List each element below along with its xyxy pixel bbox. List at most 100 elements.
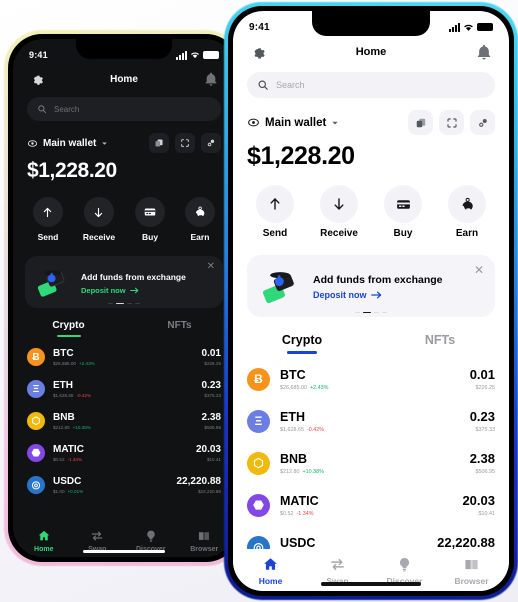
- copy-address-button[interactable]: [149, 133, 169, 153]
- buy-button[interactable]: Buy: [384, 185, 422, 239]
- tab-crypto[interactable]: Crypto: [13, 320, 124, 337]
- receive-button[interactable]: Receive: [83, 197, 115, 242]
- scan-qr-button[interactable]: [175, 133, 195, 153]
- token-price: $1,628.65: [53, 393, 74, 398]
- tab-nfts[interactable]: NFTs: [371, 333, 509, 354]
- quick-actions: Send Receive Buy Earn: [13, 183, 235, 242]
- deposit-now-label: Deposit now: [313, 290, 367, 300]
- copy-icon: [416, 118, 425, 127]
- token-holdings: 2.38 $506.95: [202, 412, 221, 430]
- chevron-down-icon: [332, 121, 339, 124]
- token-symbol: BNB: [53, 412, 75, 423]
- token-value: $22,220.88: [198, 489, 221, 494]
- connections-button[interactable]: [201, 133, 221, 153]
- earn-label: Earn: [190, 232, 210, 242]
- connections-button[interactable]: [470, 110, 495, 135]
- token-price: $0.52: [280, 510, 294, 517]
- promo-banner[interactable]: Add funds from exchange Deposit now ✕: [25, 256, 223, 308]
- scan-qr-button[interactable]: [439, 110, 464, 135]
- deposit-now-link[interactable]: Deposit now: [81, 286, 213, 295]
- banner-dots: [108, 302, 140, 304]
- token-price-change: $212.80 +10.38%: [53, 425, 194, 430]
- tab-active-indicator: [56, 334, 81, 337]
- token-row[interactable]: ◎ USDC $1.00+0.01% 22,220.88 $22,220.88: [27, 469, 221, 501]
- token-row[interactable]: ⬡ BNB $212.80 +10.38% 2.38 $506.95: [27, 405, 221, 437]
- gear-icon[interactable]: [249, 43, 267, 61]
- battery-icon: [203, 51, 219, 59]
- banner-title: Add funds from exchange: [81, 271, 186, 282]
- token-row[interactable]: Ƀ BTC $26,685.00 +2.43% 0.01 $226.25: [27, 341, 221, 373]
- token-info: BNB $212.80 +10.38%: [53, 412, 194, 430]
- scan-icon: [181, 139, 189, 147]
- status-indicators: [176, 50, 219, 60]
- send-label: Send: [262, 228, 288, 239]
- token-price: $212.80: [280, 468, 300, 475]
- close-icon[interactable]: ✕: [474, 264, 484, 276]
- credit-card-icon: [135, 197, 166, 227]
- gear-icon[interactable]: [29, 71, 45, 87]
- token-row[interactable]: Ξ ETH $1,628.65 -0.42% 0.23 $375.33: [247, 400, 495, 442]
- receive-button[interactable]: Receive: [320, 185, 358, 239]
- earn-button[interactable]: Earn: [184, 197, 215, 242]
- token-row[interactable]: ⬣ MATIC $0.52 -1.34% 20.03 $10.41: [27, 437, 221, 469]
- buy-button[interactable]: Buy: [135, 197, 166, 242]
- quick-actions: Send Receive Buy Earn: [233, 171, 509, 239]
- tab-browser[interactable]: Browser: [438, 556, 505, 586]
- token-holdings: 0.23 $375.33: [470, 409, 495, 433]
- token-icon: Ξ: [247, 409, 270, 433]
- bell-icon[interactable]: [203, 71, 219, 87]
- token-row[interactable]: ⬡ BNB $212.80 +10.38% 2.38 $506.95: [247, 442, 495, 484]
- notch-light: [312, 11, 430, 36]
- send-button[interactable]: Send: [256, 185, 294, 239]
- search-placeholder: Search: [54, 104, 80, 114]
- token-row[interactable]: Ƀ BTC $26,685.00 +2.43% 0.01 $226.25: [247, 358, 495, 400]
- token-symbol: BTC: [280, 367, 306, 382]
- token-price-change: $1,628.65 -0.42%: [53, 393, 194, 398]
- bell-icon[interactable]: [475, 43, 493, 61]
- search-input[interactable]: Search: [247, 72, 495, 98]
- screen-light: 9:41 Home Search Main wallet $1,228.20 S…: [233, 11, 509, 591]
- token-price-change: $26,685.00 +2.43%: [280, 385, 460, 391]
- token-info: BTC $26,685.00 +2.43%: [280, 368, 460, 391]
- wallet-selector[interactable]: Main wallet: [247, 116, 339, 129]
- token-info: MATIC $0.52 -1.34%: [280, 494, 452, 517]
- arrow-down-icon: [83, 197, 114, 227]
- token-holdings: 20.03 $10.41: [462, 493, 495, 517]
- send-button[interactable]: Send: [32, 197, 63, 242]
- tab-nfts[interactable]: NFTs: [124, 320, 235, 337]
- token-value: $226.25: [204, 361, 221, 366]
- tab-label: Browser: [190, 546, 219, 553]
- phone-shell-dark: 9:41 Home Search Main wallet $1,228.20 S…: [8, 34, 240, 562]
- search-icon: [38, 105, 47, 113]
- deposit-now-label: Deposit now: [81, 285, 126, 295]
- token-change: -0.42%: [306, 426, 325, 433]
- app-header: Home: [13, 65, 235, 89]
- earn-button[interactable]: Earn: [448, 185, 486, 239]
- screen-dark: 9:41 Home Search Main wallet $1,228.20 S…: [13, 39, 235, 557]
- token-value: $375.33: [204, 393, 221, 398]
- tab-home[interactable]: Home: [237, 556, 304, 586]
- chevron-down-icon: [102, 141, 108, 145]
- book-icon: [197, 529, 211, 543]
- copy-address-button[interactable]: [408, 110, 433, 135]
- swap-icon: [329, 556, 346, 573]
- search-input[interactable]: Search: [27, 97, 221, 121]
- tab-browser[interactable]: Browser: [178, 529, 232, 553]
- tab-home[interactable]: Home: [17, 529, 71, 553]
- link-icon: [478, 118, 487, 127]
- tab-crypto[interactable]: Crypto: [233, 333, 371, 354]
- arrow-right-icon: [370, 291, 381, 299]
- arrow-up-icon: [32, 197, 63, 227]
- token-row[interactable]: ⬣ MATIC $0.52 -1.34% 20.03 $10.41: [247, 484, 495, 526]
- receive-label: Receive: [82, 232, 116, 242]
- deposit-now-link[interactable]: Deposit now: [313, 290, 483, 300]
- promo-banner[interactable]: Add funds from exchange Deposit now ✕: [247, 255, 495, 317]
- token-change: +2.43%: [79, 361, 95, 366]
- wallet-selector[interactable]: Main wallet: [27, 138, 108, 149]
- token-amount: 22,220.88: [176, 476, 222, 487]
- token-row[interactable]: Ξ ETH $1,628.65 -0.42% 0.23 $375.33: [27, 373, 221, 405]
- close-icon[interactable]: ✕: [207, 262, 215, 272]
- notch-dark: [76, 39, 172, 59]
- token-symbol: MATIC: [53, 444, 84, 455]
- receive-label: Receive: [320, 228, 358, 239]
